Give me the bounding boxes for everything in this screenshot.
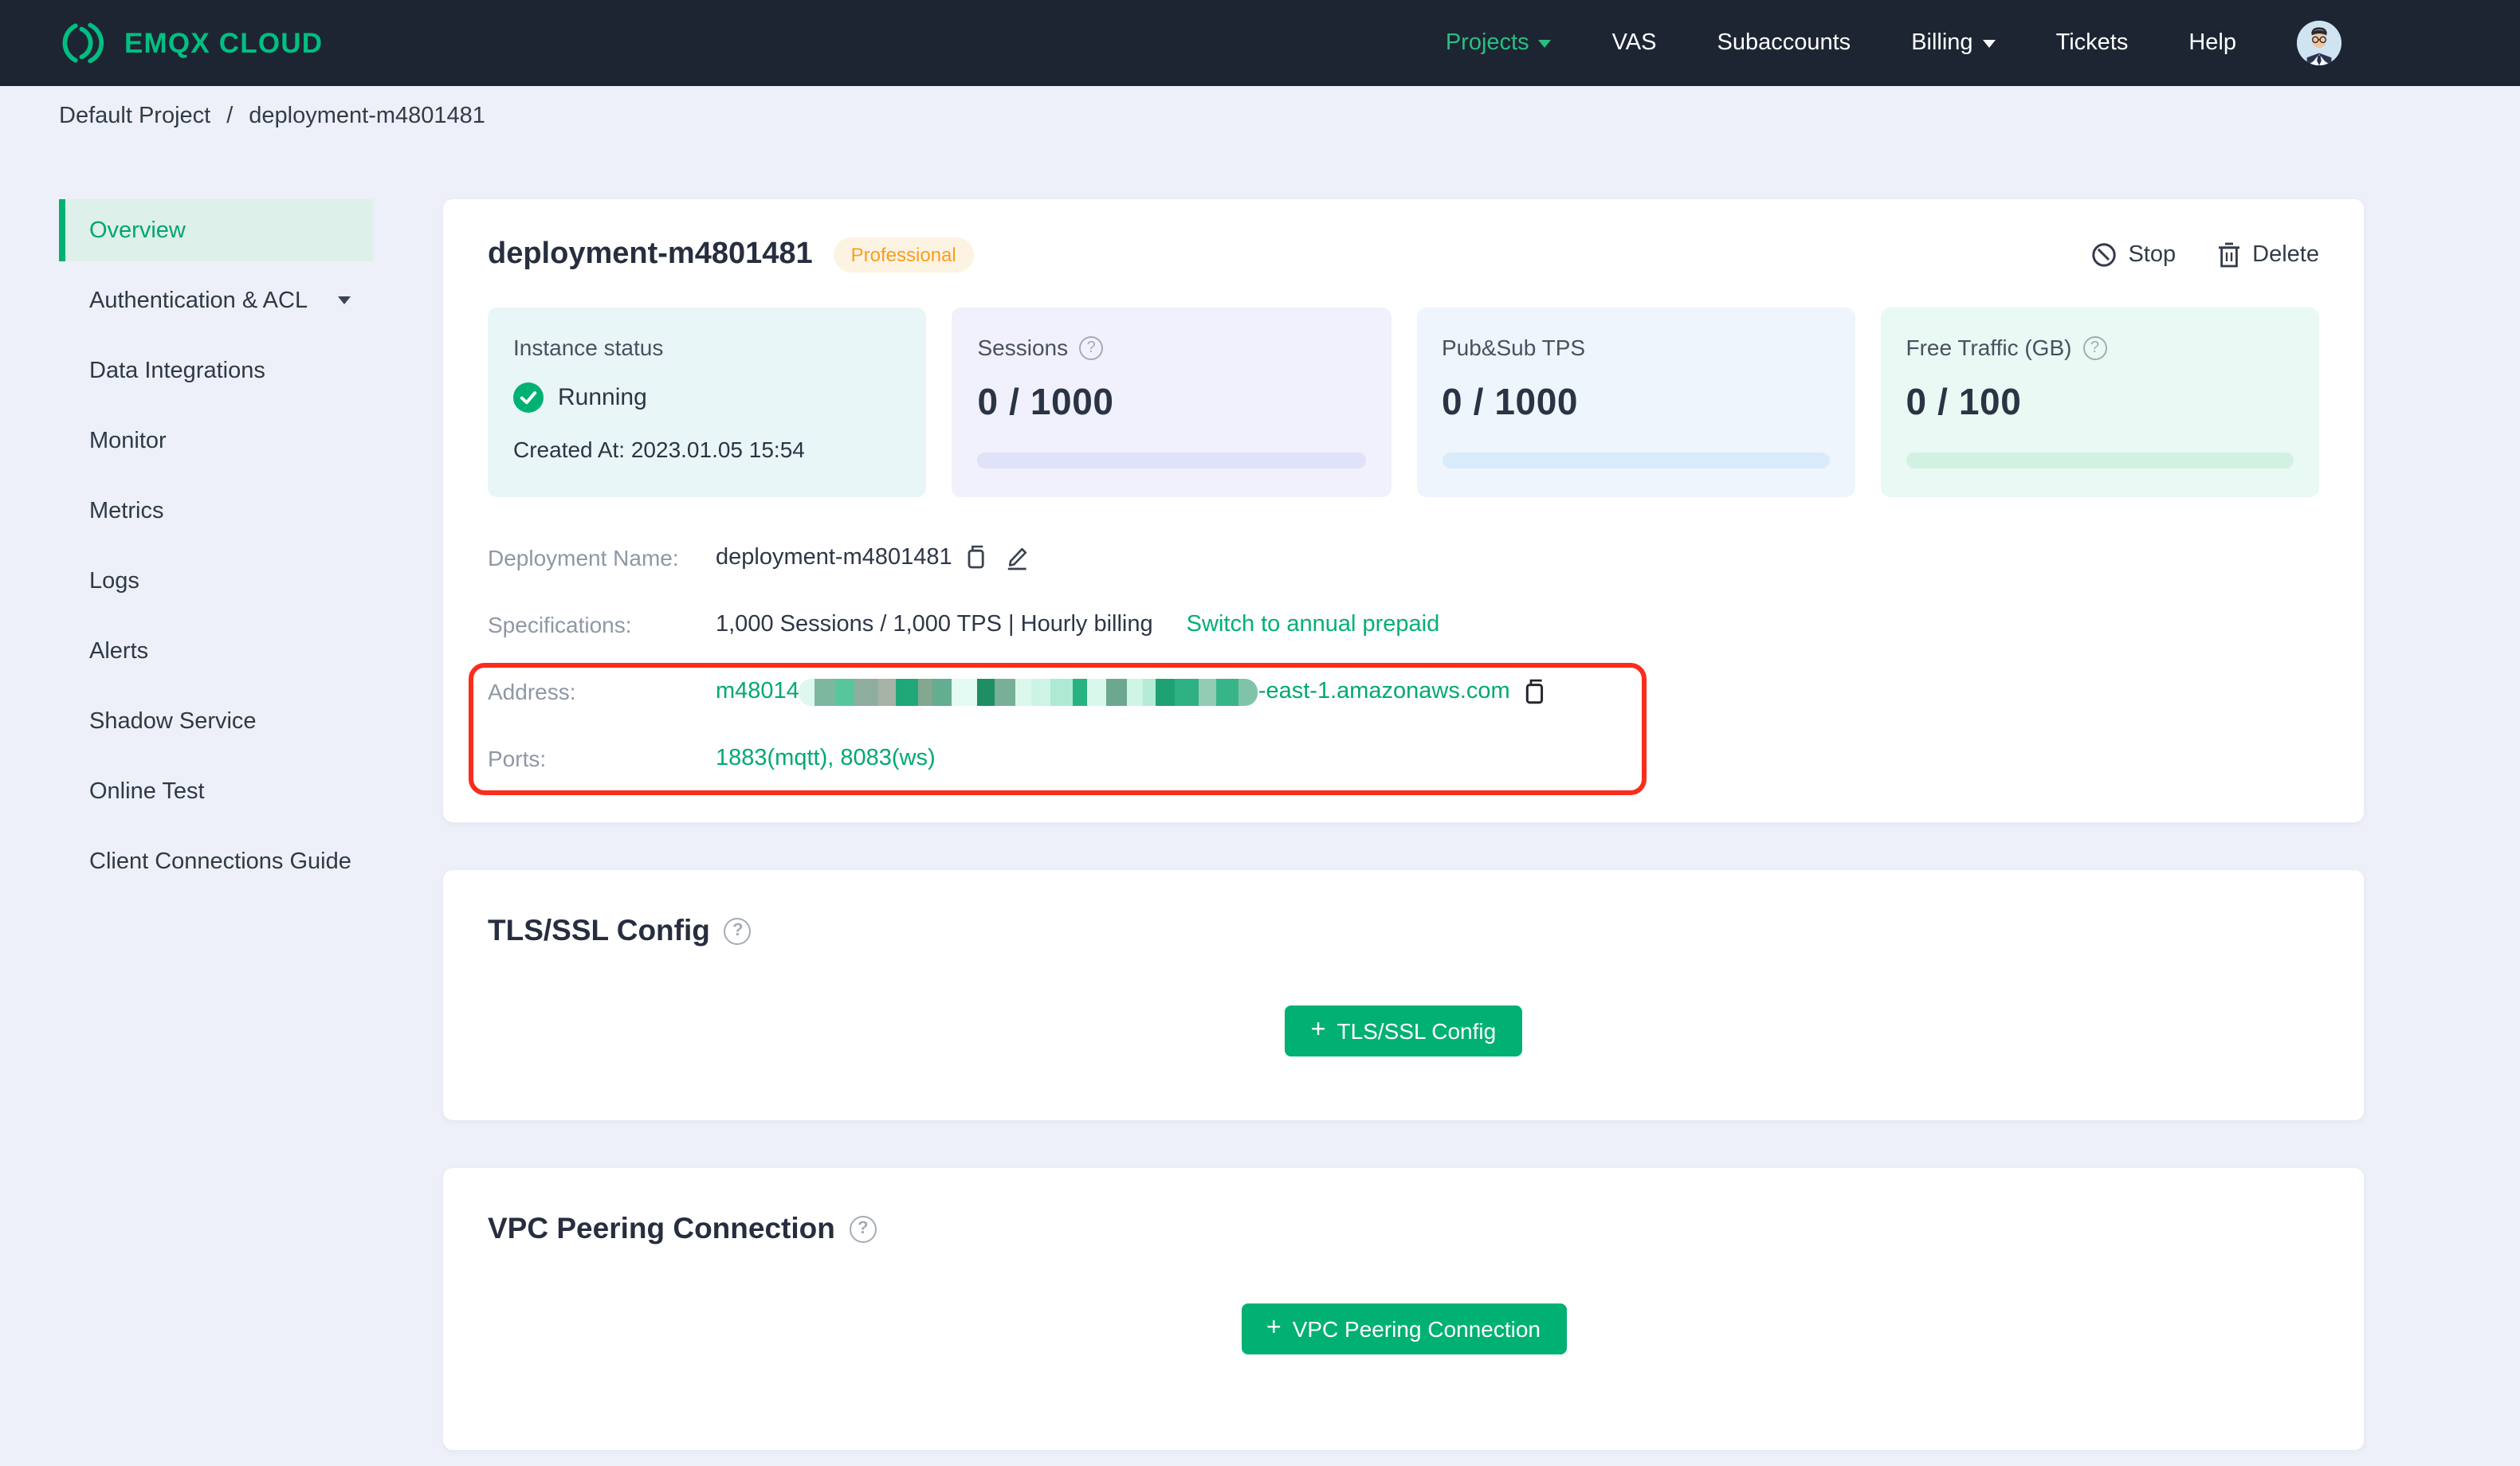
sidebar-item-data-integrations[interactable]: Data Integrations [59, 339, 373, 402]
nav-menu: Projects VAS Subaccounts Billing Tickets… [1446, 21, 2341, 65]
sidebar-item-alerts[interactable]: Alerts [59, 620, 373, 682]
instance-status-text: Running [558, 384, 647, 411]
plan-badge: Professional [833, 237, 974, 272]
traffic-value: 0 / 100 [1906, 381, 2022, 422]
sidebar-item-authentication-acl[interactable]: Authentication & ACL [59, 269, 373, 331]
check-circle-icon [513, 382, 544, 413]
add-vpc-peering-button[interactable]: + VPC Peering Connection [1241, 1303, 1566, 1354]
address-label: Address: [488, 679, 576, 704]
sidebar-item-logs[interactable]: Logs [59, 550, 373, 612]
nav-item-billing[interactable]: Billing [1911, 30, 1996, 56]
app: EMQX CLOUD Projects VAS Subaccounts Bill… [0, 0, 2520, 1466]
stat-card: Instance status Running Created At: 2023… [488, 308, 927, 497]
help-icon[interactable]: ? [849, 1215, 877, 1242]
breadcrumb: Default Project / deployment-m4801481 [0, 86, 2520, 145]
avatar-person-icon [2297, 21, 2341, 65]
help-icon[interactable]: ? [724, 917, 752, 944]
breadcrumb-separator: / [226, 103, 234, 128]
deployment-name-label: Deployment Name: [488, 545, 679, 570]
edit-icon[interactable] [1005, 545, 1030, 570]
address-suffix: -east-1.amazonaws.com [1258, 679, 1510, 704]
created-at: Created At: 2023.01.05 15:54 [513, 437, 805, 462]
sessions-progress [977, 453, 1365, 468]
nav-item-subaccounts[interactable]: Subaccounts [1717, 30, 1851, 56]
stat-card: Free Traffic (GB)? 0 / 100 [1880, 308, 2319, 497]
switch-annual-link[interactable]: Switch to annual prepaid [1187, 612, 1440, 637]
sidebar-item-client-connections-guide[interactable]: Client Connections Guide [59, 830, 373, 892]
ports-label: Ports: [488, 746, 547, 771]
deployment-details: Deployment Name: deployment-m4801481 Spe… [469, 542, 2319, 795]
sidebar-item-shadow-service[interactable]: Shadow Service [59, 690, 373, 752]
sidebar-item-online-test[interactable]: Online Test [59, 760, 373, 822]
chevron-down-icon [338, 296, 351, 304]
emqx-logo-icon [62, 22, 104, 64]
specifications-label: Specifications: [488, 612, 632, 637]
stop-icon [2092, 243, 2117, 267]
tps-progress [1442, 453, 1830, 468]
nav-item-tickets[interactable]: Tickets [2056, 30, 2129, 56]
sidebar: Overview Authentication & ACL Data Integ… [59, 199, 373, 1450]
nav-item-help[interactable]: Help [2188, 30, 2236, 56]
traffic-progress [1906, 453, 2294, 468]
plus-icon: + [1310, 1017, 1326, 1044]
sidebar-item-overview[interactable]: Overview [59, 199, 373, 261]
caret-down-icon [1982, 39, 1996, 47]
address-redaction [799, 678, 1258, 705]
nav-item-vas[interactable]: VAS [1612, 30, 1657, 56]
deployment-name-value: deployment-m4801481 [716, 545, 952, 570]
caret-down-icon [1538, 39, 1552, 47]
deployment-title: deployment-m4801481 [488, 237, 813, 271]
tps-value: 0 / 1000 [1442, 381, 1579, 422]
tls-title: TLS/SSL Config [488, 913, 710, 947]
stat-card: Sessions? 0 / 1000 [952, 308, 1391, 497]
stat-card: Pub&Sub TPS 0 / 1000 [1416, 308, 1855, 497]
vpc-peering-card: VPC Peering Connection ? + VPC Peering C… [443, 1168, 2364, 1450]
top-navbar: EMQX CLOUD Projects VAS Subaccounts Bill… [0, 0, 2520, 86]
trash-icon [2219, 242, 2240, 268]
copy-icon[interactable] [967, 545, 991, 570]
specifications-value: 1,000 Sessions / 1,000 TPS | Hourly bill… [716, 612, 1153, 637]
sidebar-item-metrics[interactable]: Metrics [59, 480, 373, 542]
vpc-title: VPC Peering Connection [488, 1211, 835, 1245]
help-icon[interactable]: ? [1079, 335, 1104, 359]
breadcrumb-current: deployment-m4801481 [249, 103, 485, 128]
logo-text: EMQX CLOUD [124, 26, 324, 58]
sidebar-item-monitor[interactable]: Monitor [59, 410, 373, 472]
stats-row: Instance status Running Created At: 2023… [488, 308, 2319, 497]
ports-value: 1883(mqtt), 8083(ws) [716, 746, 936, 771]
sessions-value: 0 / 1000 [977, 381, 1114, 422]
add-tls-config-button[interactable]: + TLS/SSL Config [1285, 1005, 1522, 1056]
deployment-overview-card: deployment-m4801481 Professional Stop De… [443, 199, 2364, 822]
stop-button[interactable]: Stop [2091, 242, 2176, 268]
address-prefix: m48014 [716, 679, 799, 704]
delete-button[interactable]: Delete [2217, 242, 2319, 268]
user-avatar[interactable] [2297, 21, 2341, 65]
help-icon[interactable]: ? [2082, 335, 2107, 359]
copy-icon[interactable] [1525, 678, 1550, 705]
nav-item-projects[interactable]: Projects [1446, 30, 1552, 56]
tls-ssl-card: TLS/SSL Config ? + TLS/SSL Config [443, 870, 2364, 1120]
emqx-logo[interactable]: EMQX CLOUD [59, 19, 323, 67]
breadcrumb-project[interactable]: Default Project [59, 103, 210, 128]
plus-icon: + [1266, 1315, 1282, 1342]
